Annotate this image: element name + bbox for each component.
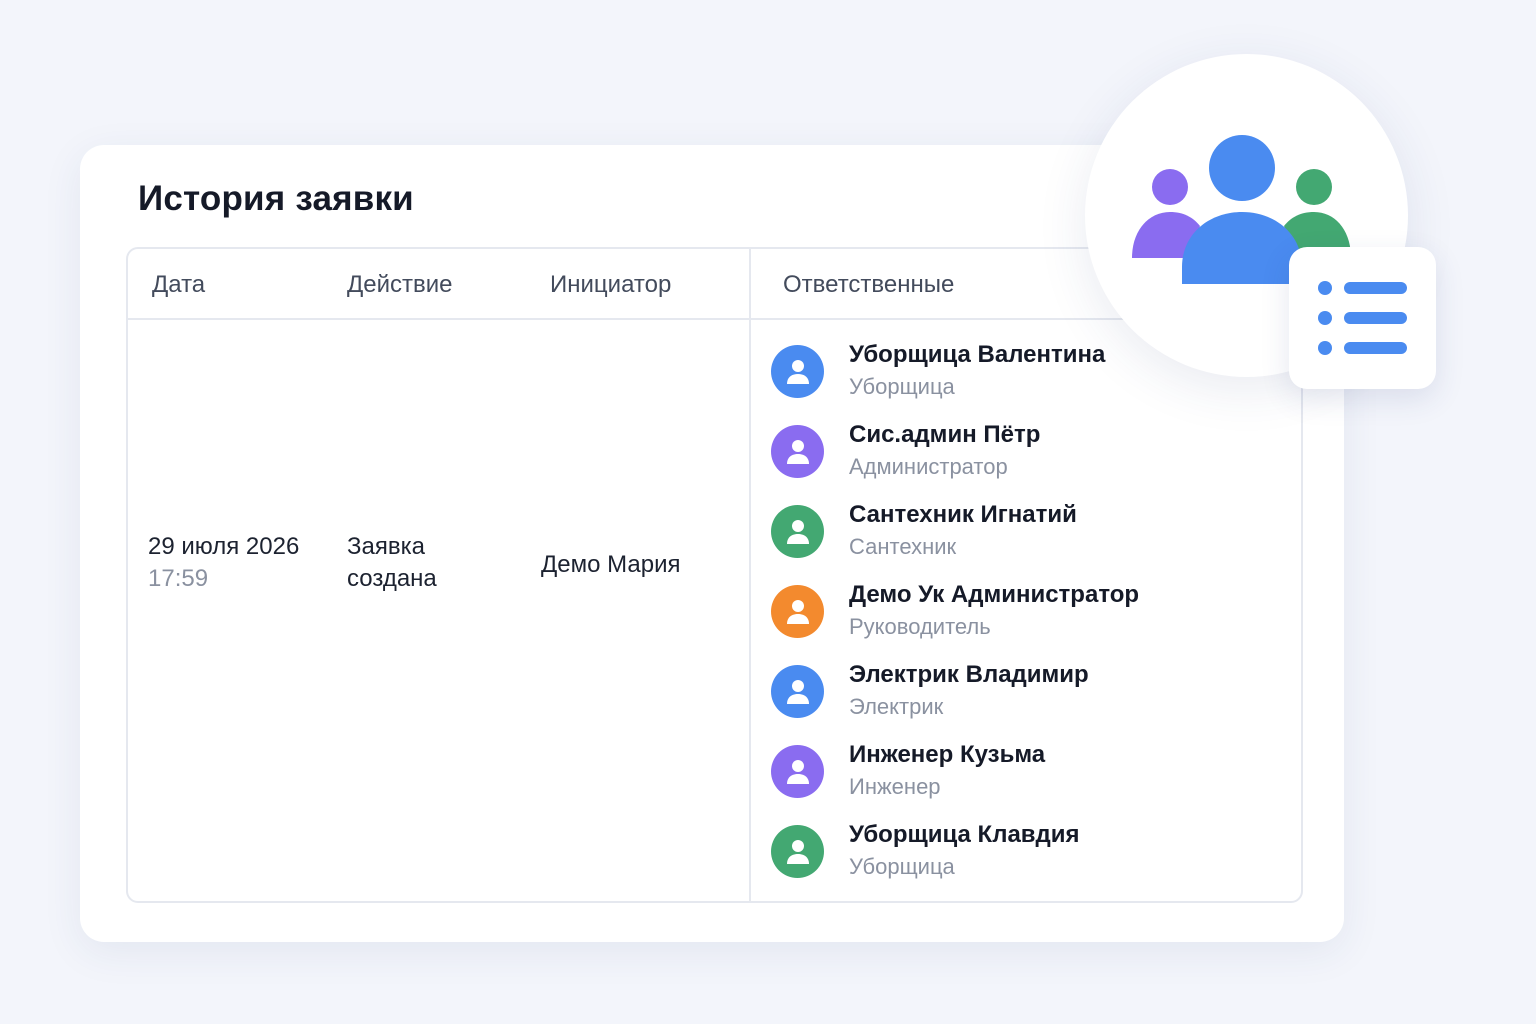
avatar: [771, 825, 824, 878]
list-item[interactable]: Уборщица Клавдия Уборщица: [771, 821, 1291, 901]
avatar: [771, 745, 824, 798]
avatar: [771, 345, 824, 398]
user-icon: [786, 359, 809, 384]
action-line-1: Заявка: [347, 533, 425, 560]
responsible-name: Инженер Кузьма: [849, 741, 1046, 768]
list-item[interactable]: Электрик Владимир Электрик: [771, 661, 1291, 741]
date-cell: 29 июля 2026 17:59: [148, 531, 299, 595]
user-icon: [786, 439, 809, 464]
responsible-role: Администратор: [849, 454, 1008, 479]
user-icon: [786, 679, 809, 704]
responsible-name: Сис.админ Пётр: [849, 421, 1041, 448]
avatar: [771, 505, 824, 558]
date-value: 29 июля 2026: [148, 533, 300, 560]
column-divider: [749, 249, 751, 901]
avatar: [771, 585, 824, 638]
responsible-name: Уборщица Клавдия: [849, 821, 1080, 848]
initiator-cell: Демо Мария: [541, 551, 681, 578]
user-icon: [786, 839, 809, 864]
list-icon: [1289, 247, 1436, 389]
responsible-name: Демо Ук Администратор: [849, 581, 1140, 608]
user-icon: [786, 599, 809, 624]
responsible-role: Уборщица: [849, 854, 955, 879]
action-line-2: создана: [347, 565, 437, 592]
user-icon: [786, 519, 809, 544]
avatar: [771, 665, 824, 718]
column-header-responsible[interactable]: Ответственные: [783, 271, 954, 299]
list-item[interactable]: Сантехник Игнатий Сантехник: [771, 501, 1291, 581]
user-icon: [786, 759, 809, 784]
time-value: 17:59: [148, 565, 209, 592]
responsible-role: Инженер: [849, 774, 941, 799]
column-header-initiator[interactable]: Инициатор: [550, 271, 671, 299]
column-header-action[interactable]: Действие: [347, 271, 453, 299]
avatar: [771, 425, 824, 478]
page-title: История заявки: [138, 179, 414, 218]
responsible-name: Уборщица Валентина: [849, 341, 1106, 368]
responsible-role: Уборщица: [849, 374, 955, 399]
list-item[interactable]: Инженер Кузьма Инженер: [771, 741, 1291, 821]
action-cell: Заявка создана: [347, 531, 437, 595]
responsible-name: Электрик Владимир: [849, 661, 1089, 688]
column-header-date[interactable]: Дата: [152, 271, 205, 299]
responsible-role: Сантехник: [849, 534, 957, 559]
responsible-list: Уборщица Валентина Уборщица Сис.админ Пётр…: [771, 341, 1291, 901]
responsible-role: Электрик: [849, 694, 944, 719]
list-item[interactable]: Сис.админ Пётр Администратор: [771, 421, 1291, 501]
responsible-name: Сантехник Игнатий: [849, 501, 1077, 528]
responsible-role: Руководитель: [849, 614, 991, 639]
list-item[interactable]: Демо Ук Администратор Руководитель: [771, 581, 1291, 661]
